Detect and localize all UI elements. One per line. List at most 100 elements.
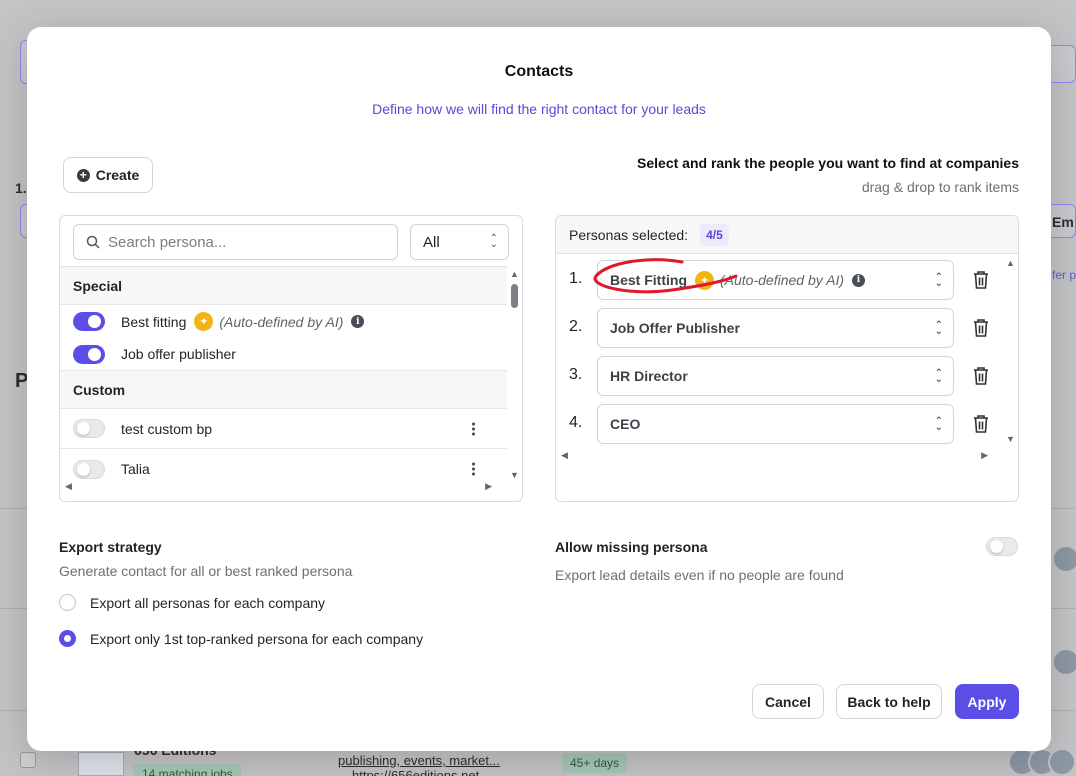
trash-icon[interactable] (972, 318, 990, 338)
trash-icon[interactable] (972, 366, 990, 386)
contacts-modal: Contacts Define how we will find the rig… (27, 27, 1051, 751)
persona-item-best-fitting[interactable]: Best fitting ✦ (Auto-defined by AI) i (60, 305, 507, 338)
plus-circle-icon: + (76, 168, 90, 182)
horizontal-scrollbar[interactable]: ◀ ▶ (556, 450, 1003, 462)
search-box[interactable] (73, 224, 398, 260)
ranked-item[interactable]: 4. CEO ⌃ ⌄ (556, 404, 1003, 444)
radio-label: Export only 1st top-ranked persona for e… (90, 630, 424, 647)
persona-toggle[interactable] (73, 344, 105, 364)
trash-icon[interactable] (972, 270, 990, 290)
vertical-scrollbar[interactable]: ▲ ▼ (507, 266, 522, 480)
updown-chevron-icon: ⌃ ⌄ (934, 272, 943, 289)
section-header-custom: Custom (60, 371, 507, 409)
ranked-persona-select[interactable]: Best Fitting ✦ (Auto-defined by AI) i ⌃ ⌄ (597, 260, 954, 300)
trash-icon[interactable] (972, 414, 990, 434)
persona-filter-select[interactable]: All ⌃ ⌄ (410, 224, 509, 260)
allow-missing-description: Export lead details even if no people ar… (555, 567, 844, 583)
updown-chevron-icon: ⌃ ⌄ (489, 233, 498, 250)
avatar (1052, 545, 1076, 573)
allow-missing-title: Allow missing persona (555, 539, 708, 555)
background-link: fer p (1052, 268, 1076, 282)
rank-hint: drag & drop to rank items (861, 179, 1019, 195)
kebab-menu-icon[interactable] (472, 462, 475, 476)
create-button-label: Create (95, 167, 140, 183)
ranked-item[interactable]: 2. Job Offer Publisher ⌃ ⌄ (556, 308, 1003, 348)
rank-number: 3. (569, 366, 583, 383)
updown-chevron-icon: ⌃ ⌄ (934, 368, 943, 385)
scroll-left-arrow-icon[interactable]: ◀ (65, 481, 72, 492)
export-option-all[interactable]: Export all personas for each company (59, 594, 325, 611)
ranked-persona-select[interactable]: Job Offer Publisher ⌃ ⌄ (597, 308, 954, 348)
rank-number: 2. (569, 318, 583, 335)
scroll-down-arrow-icon[interactable]: ▼ (1006, 434, 1015, 444)
background-number: 1. (15, 180, 27, 196)
personas-selected-label: Personas selected: (569, 226, 689, 243)
days-badge: 45+ days (562, 753, 628, 773)
search-input[interactable] (108, 233, 378, 251)
updown-chevron-icon: ⌃ ⌄ (934, 416, 943, 433)
scroll-up-arrow-icon[interactable]: ▲ (1006, 258, 1015, 268)
persona-list-panel: All ⌃⌄ Special Best fitting ✦ (Auto-defi… (59, 215, 523, 502)
personas-selected-header: Personas selected: 4/5 (556, 216, 1018, 254)
persona-item-test-custom-bp[interactable]: test custom bp (60, 409, 507, 449)
search-icon (86, 235, 100, 249)
export-strategy-description: Generate contact for all or best ranked … (59, 563, 353, 579)
rank-number: 1. (569, 270, 583, 287)
cancel-button[interactable]: Cancel (752, 684, 824, 719)
scroll-right-arrow-icon[interactable]: ▶ (485, 481, 492, 492)
avatar (1048, 748, 1076, 776)
modal-subtitle: Define how we will find the right contac… (372, 101, 706, 117)
export-option-top-ranked[interactable]: Export only 1st top-ranked persona for e… (59, 630, 423, 647)
rank-title: Select and rank the people you want to f… (637, 155, 1019, 171)
back-to-help-button[interactable]: Back to help (836, 684, 942, 719)
persona-toggle[interactable] (73, 419, 105, 438)
apply-button[interactable]: Apply (955, 684, 1019, 719)
background-column-header: Em (1052, 214, 1074, 230)
scroll-left-arrow-icon[interactable]: ◀ (561, 450, 568, 461)
vertical-scrollbar[interactable]: ▲ ▼ (1003, 256, 1018, 444)
radio-label: Export all personas for each company (90, 594, 326, 611)
ai-note: (Auto-defined by AI) (720, 272, 844, 288)
info-icon[interactable]: i (351, 315, 365, 328)
persona-toggle[interactable] (73, 459, 105, 479)
selected-count-badge: 4/5 (700, 223, 729, 246)
ranked-persona-select[interactable]: CEO ⌃ ⌄ (597, 404, 954, 444)
horizontal-scrollbar[interactable]: ◀ ▶ (60, 481, 507, 493)
ranked-item[interactable]: 1. Best Fitting ✦ (Auto-defined by AI) i… (556, 260, 1003, 300)
persona-item-job-offer-publisher[interactable]: Job offer publisher (60, 338, 507, 371)
ranked-persona-label: Job Offer Publisher (610, 320, 740, 336)
updown-chevron-icon: ⌃ ⌄ (934, 320, 943, 337)
filter-value: All (423, 233, 440, 251)
avatar (1052, 648, 1076, 676)
ranked-persona-label: Best Fitting (610, 272, 687, 288)
kebab-menu-icon[interactable] (472, 422, 475, 435)
persona-list: Special Best fitting ✦ (Auto-defined by … (60, 266, 507, 480)
company-logo (78, 752, 124, 776)
ranked-persona-label: HR Director (610, 368, 688, 384)
row-checkbox[interactable] (20, 752, 36, 768)
persona-label: Best fitting (121, 313, 187, 330)
radio-button[interactable] (59, 594, 76, 611)
scroll-up-arrow-icon[interactable]: ▲ (510, 269, 519, 279)
ranked-item[interactable]: 3. HR Director ⌃ ⌄ (556, 356, 1003, 396)
ai-sparkle-icon: ✦ (695, 270, 714, 290)
allow-missing-toggle[interactable] (986, 537, 1018, 556)
company-tags: publishing, events, market... (338, 753, 500, 768)
scroll-thumb[interactable] (511, 284, 518, 308)
matching-jobs-badge: 14 matching jobs (134, 764, 241, 776)
modal-title: Contacts (504, 63, 574, 80)
create-button[interactable]: + Create (63, 157, 153, 193)
scroll-down-arrow-icon[interactable]: ▼ (510, 470, 519, 480)
company-url[interactable]: https://656editions.net (352, 768, 479, 776)
persona-toggle[interactable] (73, 312, 105, 331)
ai-note: (Auto-defined by AI) (219, 313, 344, 330)
export-strategy-title: Export strategy (59, 539, 162, 555)
persona-label: Talia (121, 461, 150, 477)
persona-label: test custom bp (121, 420, 213, 437)
info-icon[interactable]: i (852, 273, 865, 287)
ranked-personas-panel: Personas selected: 4/5 1. Best Fitting ✦… (555, 215, 1019, 502)
scroll-right-arrow-icon[interactable]: ▶ (981, 450, 988, 461)
ai-sparkle-icon: ✦ (194, 312, 214, 331)
radio-button[interactable] (59, 630, 76, 647)
ranked-persona-select[interactable]: HR Director ⌃ ⌄ (597, 356, 954, 396)
